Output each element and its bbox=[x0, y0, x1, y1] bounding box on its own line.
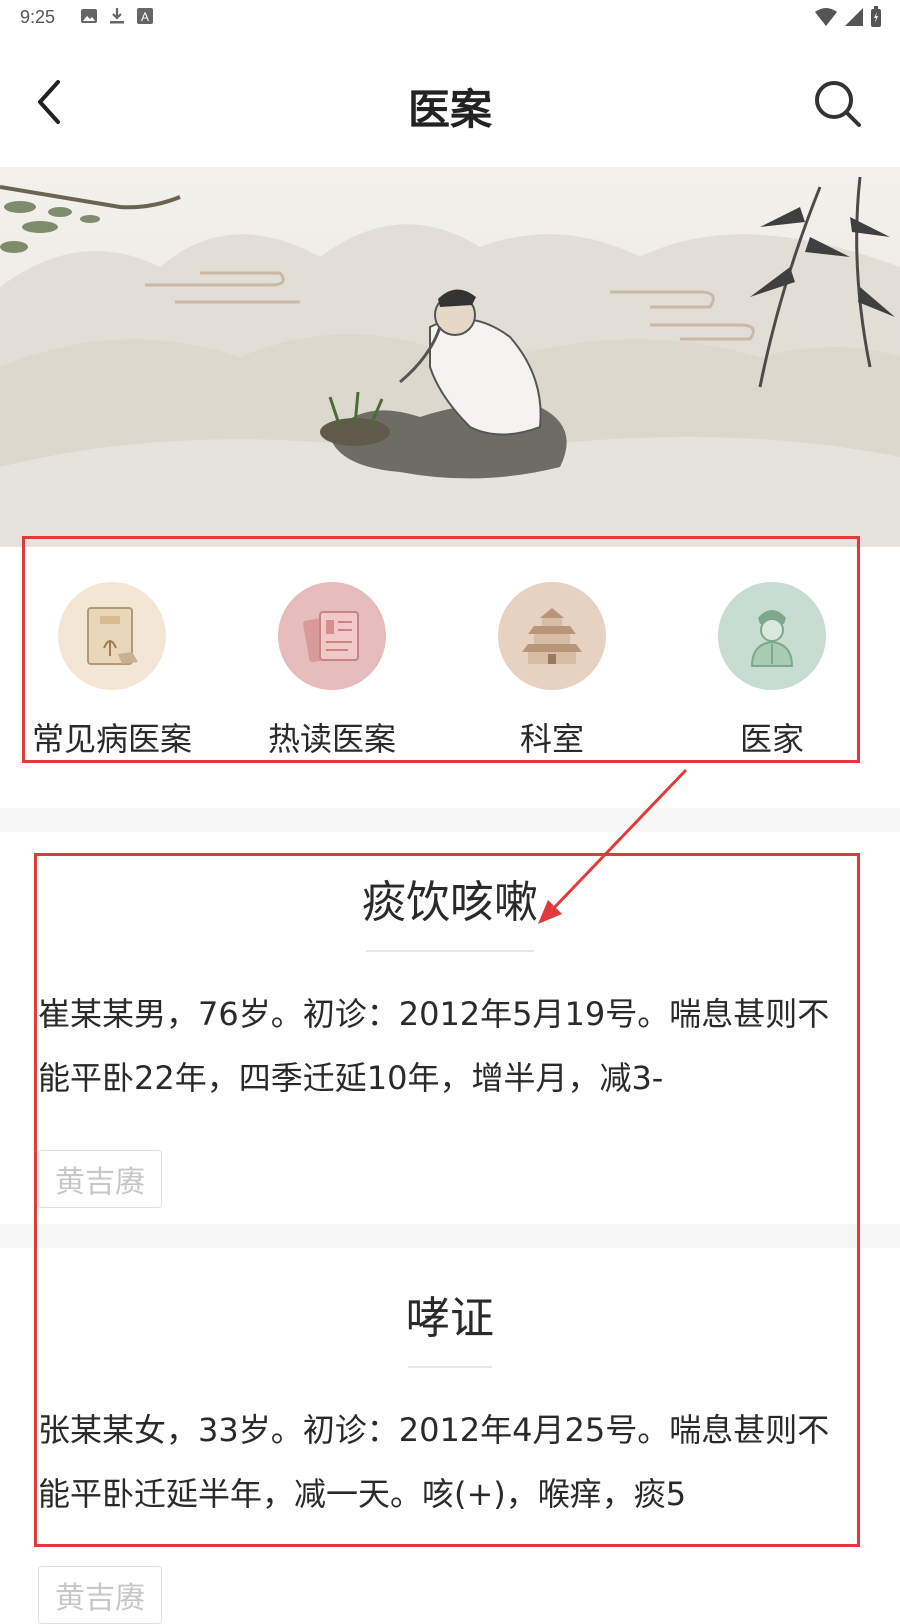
case-title: 痰饮咳嗽 bbox=[362, 877, 538, 928]
category-doctors[interactable]: 医家 bbox=[672, 560, 872, 760]
category-circle bbox=[718, 582, 826, 690]
category-label: 医家 bbox=[739, 720, 804, 758]
search-icon bbox=[815, 81, 861, 127]
case-title: 哮证 bbox=[406, 1293, 494, 1344]
documents-icon bbox=[303, 611, 359, 663]
category-label: 热读医案 bbox=[267, 720, 396, 758]
section-divider bbox=[0, 808, 900, 832]
banner-image[interactable] bbox=[0, 167, 900, 547]
svg-text:A: A bbox=[141, 10, 149, 24]
scholar-painting-image bbox=[0, 176, 900, 547]
category-circle bbox=[278, 582, 386, 690]
category-label: 常见病医案 bbox=[31, 720, 192, 758]
category-hot-cases[interactable]: 热读医案 bbox=[232, 560, 432, 760]
signal-icon bbox=[845, 8, 863, 26]
case-card[interactable]: 哮证 张某某女，33岁。初诊：2012年4月25号。喘息甚则不能平卧迁延半年，减… bbox=[0, 1282, 900, 1624]
status-icons-right bbox=[814, 6, 882, 28]
category-circle bbox=[58, 582, 166, 690]
doctor-tag[interactable]: 黄吉赓 bbox=[38, 1150, 162, 1208]
battery-icon bbox=[871, 6, 881, 27]
category-common-cases[interactable]: 常见病医案 bbox=[12, 560, 212, 760]
category-departments[interactable]: 科室 bbox=[452, 560, 652, 760]
status-bar: 9:25 A bbox=[0, 0, 900, 36]
book-icon bbox=[87, 607, 138, 665]
app-bar: 医案 bbox=[0, 50, 900, 160]
image-icon bbox=[81, 9, 97, 23]
case-card[interactable]: 痰饮咳嗽 崔某某男，76岁。初诊：2012年5月19号。喘息甚则不能平卧22年，… bbox=[0, 866, 900, 1208]
category-grid: 常见病医案 热读医案 科室 医家 bbox=[0, 560, 900, 760]
pagoda-icon bbox=[522, 608, 582, 664]
category-label: 科室 bbox=[519, 720, 584, 758]
download-icon bbox=[110, 8, 124, 24]
status-time: 9:25 bbox=[20, 7, 56, 27]
text-icon: A bbox=[137, 8, 153, 24]
case-summary: 崔某某男，76岁。初诊：2012年5月19号。喘息甚则不能平卧22年，四季迁延1… bbox=[38, 995, 830, 1097]
doctor-icon bbox=[750, 610, 794, 667]
page-title: 医案 bbox=[407, 85, 492, 134]
wifi-icon bbox=[815, 8, 837, 26]
status-icons-left: A bbox=[80, 7, 154, 25]
search-button[interactable] bbox=[812, 78, 864, 130]
doctor-tag[interactable]: 黄吉赓 bbox=[38, 1566, 162, 1624]
case-summary: 张某某女，33岁。初诊：2012年4月25号。喘息甚则不能平卧迁延半年，减一天。… bbox=[38, 1411, 830, 1513]
title-underline bbox=[408, 1366, 492, 1368]
category-circle bbox=[498, 582, 606, 690]
section-divider bbox=[0, 1224, 900, 1248]
title-underline bbox=[366, 950, 534, 952]
